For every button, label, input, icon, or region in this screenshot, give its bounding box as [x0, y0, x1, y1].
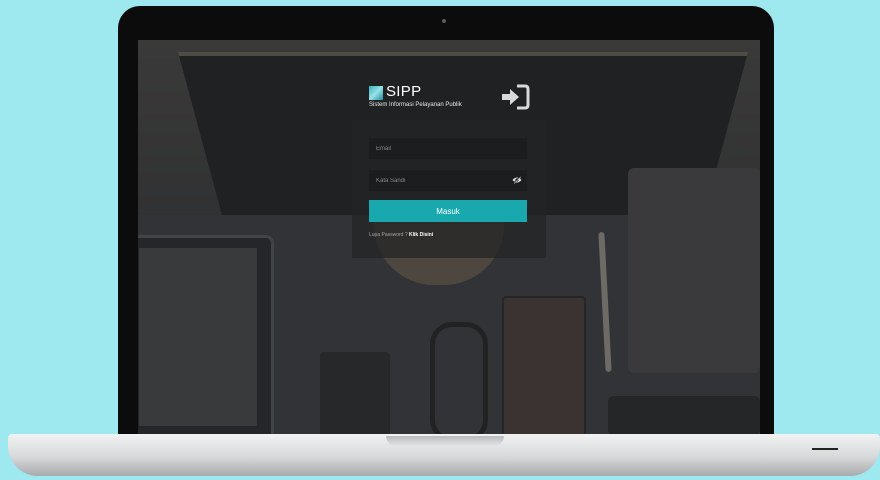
eye-slash-icon[interactable] [512, 176, 522, 184]
password-input[interactable] [369, 170, 527, 191]
forgot-password-link[interactable]: Klik Disini [409, 232, 433, 238]
webcam [442, 19, 446, 23]
forgot-password-text: Lupa Password ? [369, 232, 408, 238]
login-card: Masuk Lupa Password ? Klik Disini [352, 120, 546, 258]
power-indicator [812, 448, 838, 450]
sign-in-icon [502, 84, 530, 110]
brand-name: SIPP [386, 83, 422, 100]
laptop-notch [386, 436, 504, 446]
laptop-base [8, 434, 880, 476]
screen: SIPP Sistem Informasi Pelayanan Publik M… [138, 40, 760, 436]
sipp-logo-icon [369, 86, 383, 100]
brand-subtitle: Sistem Informasi Pelayanan Publik [369, 102, 462, 108]
email-input[interactable] [369, 138, 527, 159]
submit-button[interactable]: Masuk [369, 200, 527, 222]
forgot-password: Lupa Password ? Klik Disini [369, 232, 433, 238]
